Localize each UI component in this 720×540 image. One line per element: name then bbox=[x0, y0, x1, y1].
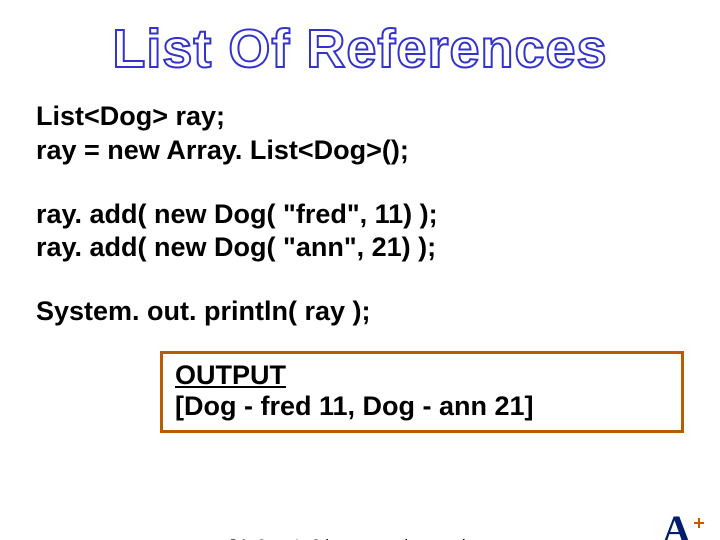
code-line: ray. add( new Dog( "fred", 11) ); bbox=[36, 198, 684, 232]
logo: A Computer Science bbox=[662, 512, 706, 540]
code-line: List<Dog> ray; bbox=[36, 100, 684, 134]
output-label: OUTPUT bbox=[175, 360, 669, 391]
code-line: System. out. println( ray ); bbox=[36, 295, 684, 329]
output-text: [Dog - fred 11, Dog - ann 21] bbox=[175, 391, 669, 422]
output-box: OUTPUT [Dog - fred 11, Dog - ann 21] bbox=[160, 351, 684, 433]
slide-title: List Of References bbox=[0, 18, 720, 80]
code-line: ray. add( new Dog( "ann", 21) ); bbox=[36, 231, 684, 265]
code-line: ray = new Array. List<Dog>(); bbox=[36, 134, 684, 168]
logo-letter: A bbox=[662, 506, 691, 540]
plus-icon bbox=[694, 518, 704, 528]
code-block: List<Dog> ray; ray = new Array. List<Dog… bbox=[0, 100, 720, 329]
